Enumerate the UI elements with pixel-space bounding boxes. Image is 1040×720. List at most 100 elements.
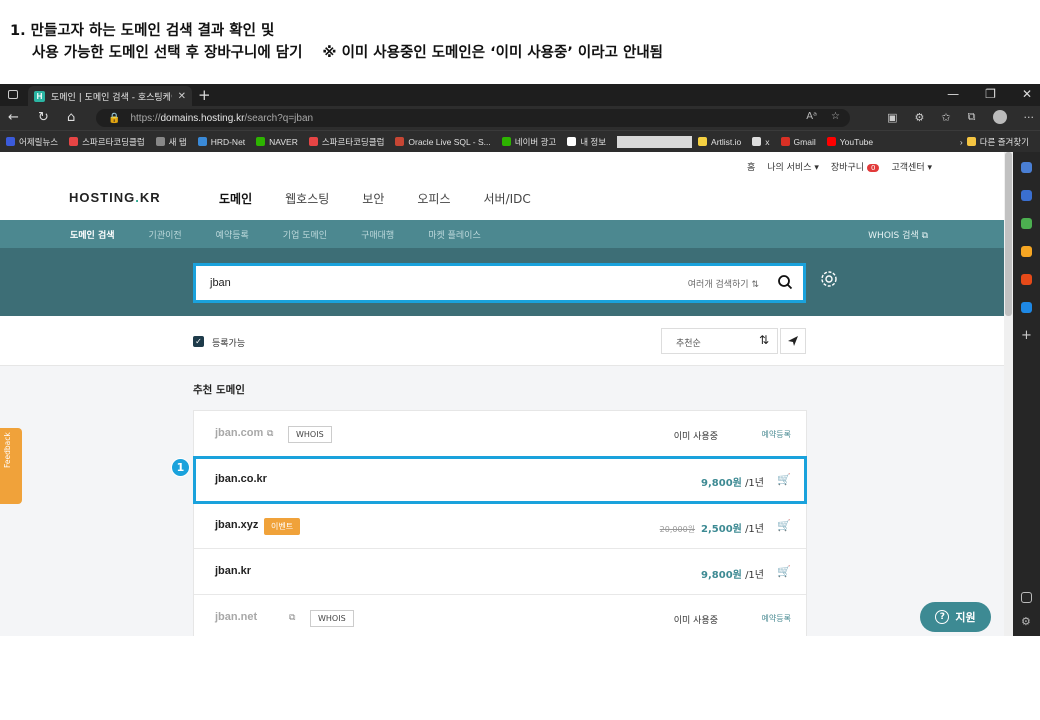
refresh-icon[interactable]: ↻ [38, 110, 49, 125]
back-icon[interactable]: ← [8, 110, 19, 125]
whois-button[interactable]: WHOIS [288, 426, 332, 443]
add-to-cart-icon[interactable]: 🛒 [777, 473, 791, 486]
browser-tab[interactable]: H 도메인 | 도메인 검색 - 호스팅케이 ✕ [28, 86, 192, 106]
home-icon[interactable]: ⌂ [67, 110, 75, 125]
folder-icon [966, 137, 976, 146]
site-logo[interactable]: HOSTING.KR [69, 190, 161, 205]
bookmark-item[interactable]: x [752, 137, 770, 147]
scrollbar-thumb[interactable] [1005, 152, 1012, 316]
collections-icon[interactable]: ⧉ [968, 110, 976, 124]
filter-bar: ✓ 등록가능 추천순 ⇅ [0, 316, 1004, 366]
search-sidebar-icon[interactable] [1021, 162, 1032, 173]
gnb-item[interactable]: 오피스 [417, 190, 450, 207]
util-home-link[interactable]: 홈 [747, 160, 755, 173]
tools-icon[interactable] [1021, 218, 1032, 229]
extension-icon[interactable]: ▣ [887, 111, 897, 124]
bookmark-item[interactable]: Artlist.io [698, 137, 741, 147]
util-cart-link[interactable]: 장바구니 0 [831, 160, 880, 173]
price: 9,800원 /1년 [701, 566, 764, 581]
favorites-icon[interactable]: ✩ [941, 111, 950, 124]
new-tab-icon[interactable]: + [198, 86, 211, 104]
multi-search-label: 여러개 검색하기 [687, 280, 749, 290]
gnb-item[interactable]: 서버/IDC [484, 190, 531, 207]
util-my-service-link[interactable]: 나의 서비스 ▾ [767, 160, 819, 173]
bookmark-item[interactable]: YouTube [826, 137, 873, 147]
settings-gear-icon[interactable] [820, 270, 838, 288]
bookmark-item[interactable]: NAVER [256, 137, 298, 147]
domain-search-input[interactable]: jban 여러개 검색하기 ⇅ [193, 263, 806, 303]
gnb-item[interactable]: 도메인 [219, 190, 252, 207]
instruction-line-2: 사용 가능한 도메인 선택 후 장바구니에 담기 [32, 45, 303, 61]
bookmark-item[interactable]: Gmail [780, 137, 816, 147]
domain-row[interactable]: jban.co.kr 9,800원 /1년 🛒 [193, 456, 807, 504]
page-scrollbar[interactable] [1004, 152, 1013, 636]
close-tab-icon[interactable]: ✕ [178, 91, 186, 102]
reserve-link[interactable]: 예약등록 [762, 613, 791, 624]
search-hero: jban 여러개 검색하기 ⇅ [0, 248, 1004, 316]
shopping-icon[interactable] [1021, 190, 1032, 201]
gnb-item[interactable]: 보안 [362, 190, 384, 207]
puzzle-icon[interactable]: ⚙ [915, 111, 925, 124]
domain-row[interactable]: jban.net ⧉ WHOIS 이미 사용중 예약등록 [194, 595, 806, 636]
browser-window: H 도메인 | 도메인 검색 - 호스팅케이 ✕ + — ❐ ✕ ← ↻ ⌂ 🔒… [0, 84, 1040, 636]
site-favicon-icon: H [34, 90, 45, 102]
address-input[interactable]: 🔒 https://domains.hosting.kr/search?q=jb… [96, 109, 850, 127]
more-menu-icon[interactable]: ··· [1024, 111, 1035, 124]
bookmark-item[interactable]: 스파르타코딩클럽 [308, 136, 384, 148]
edge-sidebar: + ⚙ [1013, 152, 1040, 636]
profile-avatar[interactable] [992, 110, 1007, 124]
whois-search-link[interactable]: WHOIS 검색 ⧉ [868, 228, 928, 241]
domain-row[interactable]: jban.kr 9,800원 /1년 🛒 [194, 549, 806, 595]
favorite-star-icon[interactable]: ☆ [831, 111, 840, 122]
sidebar-settings-icon[interactable]: ⚙ [1021, 616, 1032, 627]
subnav-item[interactable]: 도메인 검색 [70, 228, 115, 241]
domain-name: jban.co.kr [215, 473, 267, 485]
price-period: /1년 [745, 524, 764, 535]
domain-row[interactable]: jban.xyz 이벤트 20,000원 2,500원 /1년 🛒 [194, 503, 806, 549]
other-bookmarks[interactable]: › 다른 즐겨찾기 [960, 136, 1029, 148]
subnav-item[interactable]: 기관이전 [149, 228, 182, 241]
bookmark-item[interactable]: HRD-Net [197, 137, 245, 147]
office-icon[interactable] [1021, 274, 1032, 285]
add-sidebar-icon[interactable]: + [1021, 329, 1032, 342]
external-link-icon[interactable]: ⧉ [289, 613, 295, 623]
gnb-item[interactable]: 웹호스팅 [285, 190, 329, 207]
sidebar-toggle-icon[interactable] [1021, 592, 1032, 603]
tab-actions-icon[interactable] [8, 90, 18, 99]
subnav-item[interactable]: 마켓 플레이스 [428, 228, 481, 241]
close-window-icon[interactable]: ✕ [1022, 87, 1032, 101]
bookmark-item[interactable]: 내 정보 [567, 136, 606, 148]
tab-title: 도메인 | 도메인 검색 - 호스팅케이 [51, 92, 172, 103]
reserve-link[interactable]: 예약등록 [762, 429, 791, 440]
bookmark-item[interactable]: 네이버 광고 [501, 136, 556, 148]
add-to-cart-icon[interactable]: 🛒 [777, 519, 791, 532]
whois-button[interactable]: WHOIS [310, 610, 354, 627]
games-icon[interactable] [1021, 246, 1032, 257]
multi-search-toggle[interactable]: 여러개 검색하기 ⇅ [688, 277, 759, 290]
external-link-icon[interactable]: ⧉ [267, 429, 273, 439]
sort-select[interactable]: 추천순 ⇅ [661, 328, 778, 354]
feedback-tab[interactable]: Feedback [0, 428, 22, 504]
share-send-button[interactable] [780, 328, 806, 354]
price-amount: 2,500원 [701, 524, 742, 535]
outlook-icon[interactable] [1021, 302, 1032, 313]
subnav-item[interactable]: 예약등록 [216, 228, 249, 241]
subnav-item[interactable]: 구매대행 [361, 228, 394, 241]
domain-list: jban.com ⧉ WHOIS 이미 사용중 예약등록 jban.co.kr 9,800원… [193, 410, 807, 636]
domain-row[interactable]: jban.com ⧉ WHOIS 이미 사용중 예약등록 [194, 411, 806, 457]
bookmark-item[interactable]: 스파르타코딩클럽 [69, 136, 145, 148]
support-button[interactable]: ? 지원 [920, 602, 991, 632]
search-icon[interactable] [777, 274, 793, 290]
read-aloud-icon[interactable]: Aᵃ [806, 111, 817, 122]
add-to-cart-icon[interactable]: 🛒 [777, 565, 791, 578]
bookmark-item[interactable]: 새 탭 [155, 136, 187, 148]
bookmark-icon [69, 137, 79, 146]
available-checkbox[interactable]: ✓ [193, 336, 204, 347]
step-marker: 1 [171, 458, 190, 477]
util-support-link[interactable]: 고객센터 ▾ [891, 160, 932, 173]
minimize-icon[interactable]: — [947, 87, 959, 101]
bookmark-item[interactable]: 어제릴뉴스 [6, 136, 58, 148]
restore-icon[interactable]: ❐ [985, 87, 996, 101]
subnav-item[interactable]: 기업 도메인 [283, 228, 327, 241]
bookmark-item[interactable]: Oracle Live SQL - S... [395, 137, 491, 147]
